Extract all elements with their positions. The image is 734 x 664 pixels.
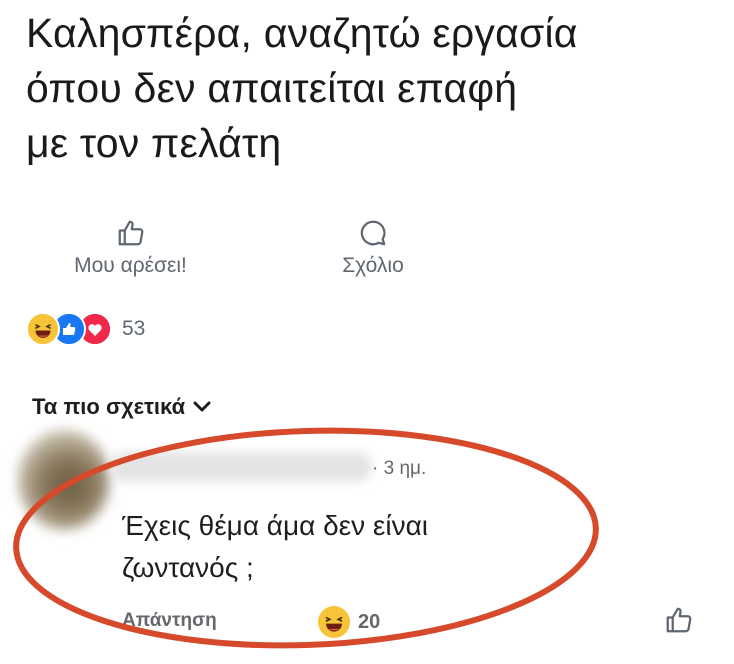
reactions-summary[interactable]: 53 — [26, 311, 145, 347]
comment-text: Έχεις θέμα άμα δεν είναι ζωντανός ; — [122, 510, 429, 583]
like-button[interactable]: Μου αρέσει! — [48, 218, 213, 278]
comment-timestamp: · 3 ημ. — [372, 458, 427, 479]
comment-like-button[interactable] — [664, 605, 694, 640]
comment-button[interactable]: Σχόλιο — [318, 218, 428, 278]
comment-reaction-count: 20 — [358, 610, 381, 633]
commenter-name[interactable] — [110, 452, 372, 482]
like-label: Μου αρέσει! — [74, 254, 187, 277]
reaction-count: 53 — [122, 317, 146, 340]
sort-label: Τα πιο σχετικά — [32, 394, 186, 419]
haha-reaction-icon — [318, 606, 350, 638]
comment-reactions[interactable]: 20 — [318, 606, 380, 638]
comment-sort-dropdown[interactable]: Τα πιο σχετικά — [32, 394, 211, 420]
chevron-down-icon — [193, 401, 211, 412]
comment-label: Σχόλιο — [342, 254, 404, 277]
commenter-avatar[interactable] — [18, 430, 110, 530]
thumbs-up-icon — [666, 607, 692, 633]
thumbs-up-icon — [118, 220, 143, 246]
comment-icon — [360, 220, 386, 246]
reply-button[interactable]: Απάντηση — [122, 610, 217, 632]
post-text: Καλησπέρα, αναζητώ εργασία όπου δεν απαι… — [26, 10, 578, 166]
haha-reaction-icon — [26, 312, 60, 346]
